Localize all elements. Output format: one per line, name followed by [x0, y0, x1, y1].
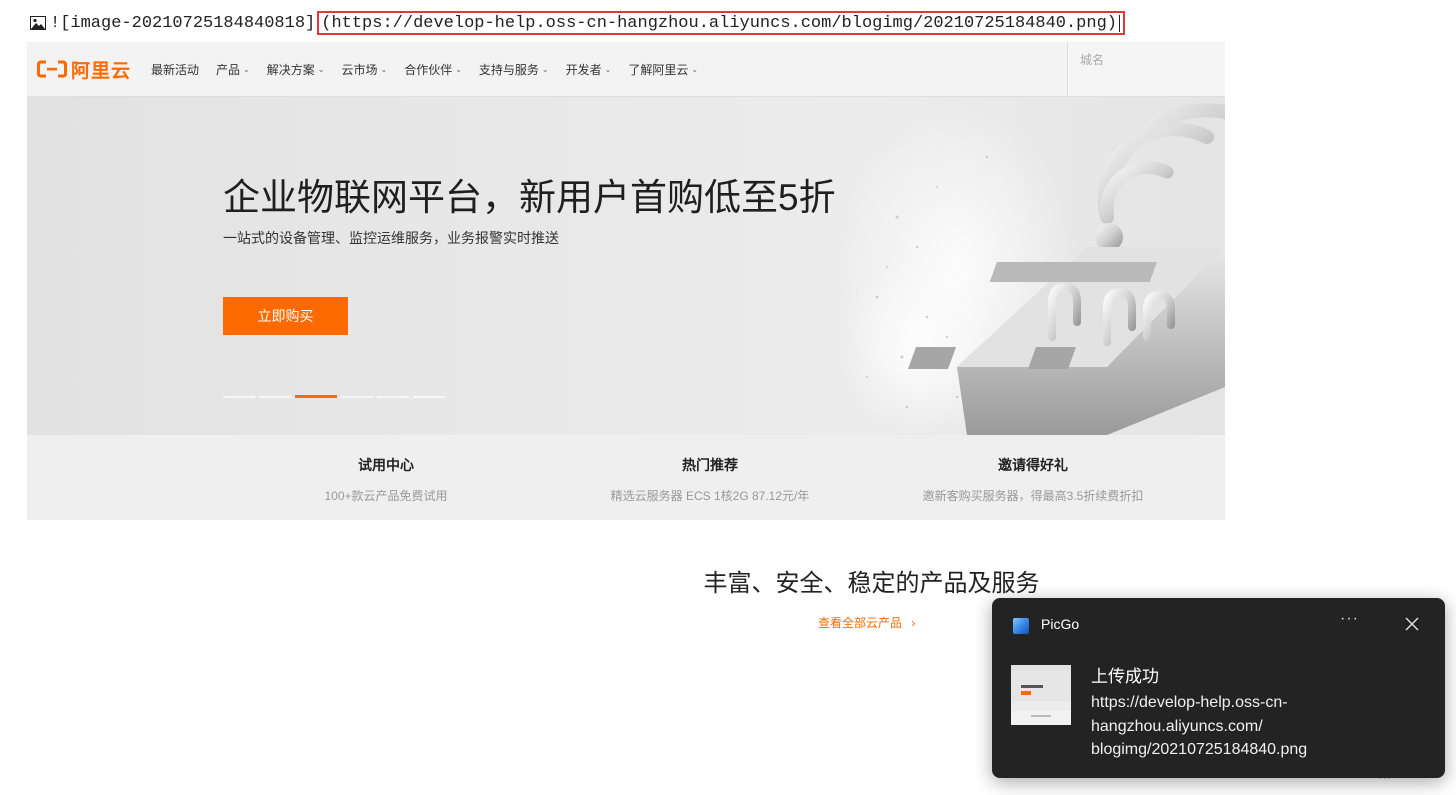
feature-description: 100+款云产品免费试用: [324, 489, 448, 503]
buy-now-button[interactable]: 立即购买: [223, 297, 348, 335]
nav-item[interactable]: 最新活动: [151, 61, 199, 78]
markdown-image-alt: ![image-20210725184840818]: [50, 13, 316, 33]
feature-card[interactable]: 邀请得好礼邀新客购买服务器，得最高3.5折续费折扣: [903, 455, 1163, 504]
notification-app-name: PicGo: [1041, 616, 1080, 632]
nav-item[interactable]: 支持与服务 ⌄: [479, 61, 549, 78]
view-all-label: 查看全部云产品: [818, 616, 903, 630]
nav-item[interactable]: 了解阿里云 ⌄: [628, 61, 698, 78]
carousel-dot[interactable]: [259, 396, 291, 398]
more-options-icon[interactable]: ···: [1340, 610, 1359, 628]
notification-url-line: https://develop-help.oss-cn-: [1091, 694, 1288, 711]
markdown-image-line[interactable]: ![image-20210725184840818] (https://deve…: [30, 10, 1125, 36]
picgo-notification[interactable]: PicGo ··· 上传成功 https://develop-help.oss-…: [992, 598, 1445, 778]
feature-title: 试用中心: [358, 457, 414, 473]
notification-title: 上传成功: [1091, 667, 1159, 686]
iot-wifi-illustration: [807, 97, 1225, 437]
image-icon: [30, 16, 46, 30]
nav-item[interactable]: 合作伙伴 ⌄: [404, 61, 462, 78]
feature-strip: 试用中心 100+款云产品免费试用 热门推荐精选云服务器 ECS 1核2G 87.1…: [27, 435, 1225, 520]
chevron-down-icon: ⌄: [317, 64, 325, 74]
close-icon[interactable]: [1404, 616, 1420, 632]
nav-item-label: 支持与服务: [478, 62, 539, 77]
nav-item[interactable]: 云市场 ⌄: [341, 61, 387, 78]
embedded-screenshot: 阿里云 最新活动 产品 ⌄ 解决方案 ⌄ 云市场 ⌄ 合作伙伴 ⌄ 支持与服务 ⌄ 开发者 ⌄ 了解阿里云…: [27, 42, 1225, 520]
carousel-dot[interactable]: [223, 396, 255, 398]
feature-title: 邀请得好礼: [998, 457, 1068, 473]
markdown-image-url: (https://develop-help.oss-cn-hangzhou.al…: [321, 13, 1117, 33]
feature-title: 热门推荐: [682, 457, 738, 473]
city-placeholder: 城名: [1080, 53, 1105, 67]
hero-subtitle: 一站式的设备管理、监控运维服务，业务报警实时推送: [223, 230, 559, 246]
notification-url-line: hangzhou.aliyuncs.com/: [1091, 717, 1263, 735]
feature-description: 精选云服务器 ECS 1核2G 87.12元/年: [610, 489, 810, 503]
city-search-box[interactable]: 城名: [1067, 42, 1225, 96]
chevron-down-icon: ⌄: [541, 64, 549, 74]
nav-item[interactable]: 产品 ⌄: [216, 61, 250, 78]
notification-message: https://develop-help.oss-cn-hangzhou.ali…: [1091, 691, 1431, 762]
nav-item-label: 产品: [216, 62, 241, 77]
notification-body: 上传成功 https://develop-help.oss-cn-hangzho…: [1091, 662, 1431, 762]
carousel-dot[interactable]: [413, 396, 445, 398]
nav-item-label: 解决方案: [266, 62, 315, 77]
view-all-products-link[interactable]: 查看全部云产品 ›: [818, 614, 915, 631]
chevron-down-icon: ⌄: [243, 64, 250, 74]
nav-item-label: 了解阿里云: [628, 62, 689, 77]
aliyun-logo-icon: [37, 60, 67, 78]
nav-item[interactable]: 开发者 ⌄: [566, 61, 612, 78]
markdown-image-url-highlight[interactable]: (https://develop-help.oss-cn-hangzhou.al…: [317, 11, 1125, 35]
chevron-right-icon: ›: [911, 616, 916, 630]
carousel-indicators: [223, 395, 449, 398]
chevron-down-icon: ⌄: [604, 64, 612, 74]
site-nav-menu: 最新活动 产品 ⌄ 解决方案 ⌄ 云市场 ⌄ 合作伙伴 ⌄ 支持与服务 ⌄ 开发者 ⌄ 了解阿里云 ⌄: [151, 61, 715, 78]
feature-card[interactable]: 试用中心 100+款云产品免费试用: [256, 455, 516, 504]
carousel-dot[interactable]: [377, 396, 409, 398]
site-top-nav: 阿里云 最新活动 产品 ⌄ 解决方案 ⌄ 云市场 ⌄ 合作伙伴 ⌄ 支持与服务 ⌄ 开发者 ⌄ 了解阿里云…: [27, 42, 1225, 97]
feature-card[interactable]: 热门推荐精选云服务器 ECS 1核2G 87.12元/年: [580, 455, 840, 504]
hero-banner[interactable]: 企业物联网平台，新用户首购低至5折 一站式的设备管理、监控运维服务，业务报警实时…: [27, 97, 1225, 437]
chevron-down-icon: ⌄: [691, 64, 699, 74]
chevron-down-icon: ⌄: [455, 64, 462, 74]
uploaded-image-thumbnail: [1011, 665, 1071, 725]
nav-item-label: 云市场: [341, 62, 378, 77]
carousel-dot[interactable]: [341, 396, 373, 398]
products-section-title: 丰富、安全、稳定的产品及服务: [703, 570, 1040, 597]
nav-item-label: 开发者: [565, 62, 602, 77]
text-cursor: [1118, 14, 1120, 32]
nav-item-label: 合作伙伴: [404, 62, 453, 77]
feature-description: 邀新客购买服务器，得最高3.5折续费折扣: [922, 489, 1144, 503]
aliyun-logo-text: 阿里云: [71, 60, 132, 82]
nav-item[interactable]: 解决方案 ⌄: [267, 61, 325, 78]
picgo-app-icon: [1013, 618, 1029, 634]
nav-item-label: 最新活动: [151, 62, 200, 77]
hero-title: 企业物联网平台，新用户首购低至5折: [223, 177, 836, 218]
notification-url-line: blogimg/20210725184840.png: [1091, 741, 1308, 758]
aliyun-logo[interactable]: 阿里云: [37, 56, 131, 83]
chevron-down-icon: ⌄: [380, 64, 388, 74]
carousel-dot[interactable]: [295, 395, 337, 398]
